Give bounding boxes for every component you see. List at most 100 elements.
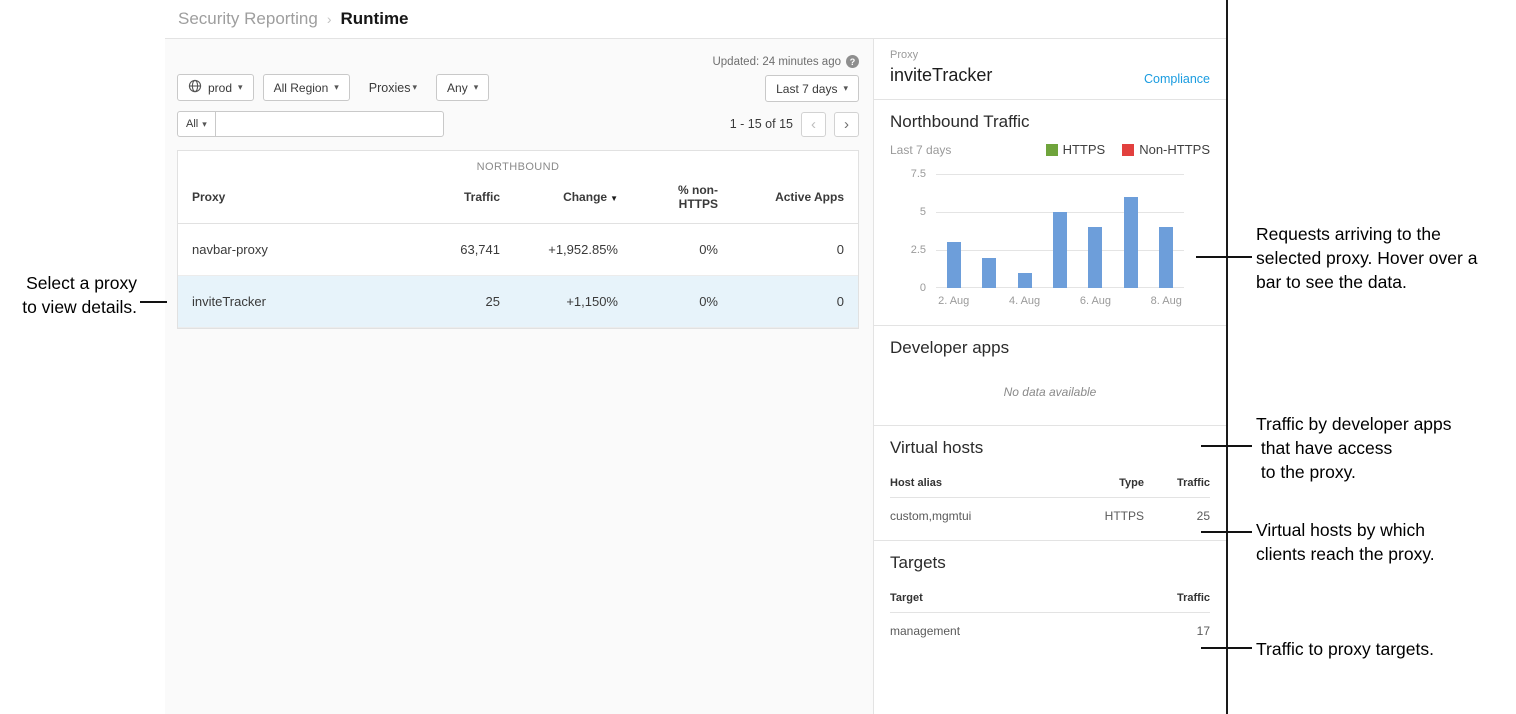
chevron-down-icon: ▾ xyxy=(202,119,207,130)
search-scope-dropdown[interactable]: All ▾ xyxy=(177,111,216,137)
proxy-detail-panel: Proxy inviteTracker Compliance Northboun… xyxy=(873,39,1226,714)
chevron-down-icon: ▾ xyxy=(474,82,479,93)
next-page-button[interactable]: › xyxy=(834,112,859,137)
column-header-proxy[interactable]: Proxy xyxy=(178,182,414,216)
detail-header: Proxy inviteTracker Compliance xyxy=(874,39,1226,100)
virtual-hosts-title: Virtual hosts xyxy=(890,438,1210,458)
targets-table: Target Traffic management 17 xyxy=(890,584,1210,641)
chart-subtitle: Last 7 days xyxy=(890,143,951,157)
targets-title: Targets xyxy=(890,553,1210,573)
table-row-invitetracker[interactable]: inviteTracker 25 +1,150% 0% 0 xyxy=(178,276,858,328)
chart-bar[interactable] xyxy=(1159,227,1173,288)
cell-proxy-name: navbar-proxy xyxy=(178,224,414,275)
legend-item-non-https: Non-HTTPS xyxy=(1122,142,1210,157)
region-dropdown[interactable]: All Region ▾ xyxy=(263,74,350,101)
cell-type: HTTPS xyxy=(1064,509,1144,523)
chart-x-axis: 2. Aug 4. Aug 6. Aug 8. Aug xyxy=(936,295,1184,311)
cell-traffic: 25 xyxy=(414,276,514,327)
annotation-developer-apps: Traffic by developer apps that have acce… xyxy=(1256,412,1516,484)
virtual-host-row[interactable]: custom,mgmtui HTTPS 25 xyxy=(890,498,1210,526)
region-dropdown-label: All Region xyxy=(274,81,329,95)
selected-proxy-name: inviteTracker xyxy=(890,65,992,86)
search-input[interactable] xyxy=(215,111,444,137)
chevron-down-icon: ▾ xyxy=(412,82,417,93)
breadcrumb-parent-link[interactable]: Security Reporting xyxy=(178,9,318,29)
chart-legend: HTTPS Non-HTTPS xyxy=(1029,142,1210,157)
proxies-dropdown-label: Proxies xyxy=(369,81,411,95)
cell-host-alias: custom,mgmtui xyxy=(890,509,1064,523)
y-tick-label: 2.5 xyxy=(911,244,926,256)
cell-traffic: 25 xyxy=(1144,509,1210,523)
legend-item-https: HTTPS xyxy=(1046,142,1106,157)
cell-non-https: 0% xyxy=(632,224,732,275)
breadcrumb: Security Reporting › Runtime xyxy=(165,0,1226,39)
column-header-change[interactable]: Change▼ xyxy=(514,182,632,216)
updated-status: Updated: 24 minutes ago ? xyxy=(712,55,859,68)
environment-dropdown-label: prod xyxy=(208,81,232,95)
column-header-active-apps[interactable]: Active Apps xyxy=(732,182,858,216)
chart-y-axis: 7.5 5 2.5 0 xyxy=(890,174,926,288)
updated-text: Updated: 24 minutes ago xyxy=(712,56,841,68)
any-dropdown[interactable]: Any ▾ xyxy=(436,74,489,101)
developer-apps-title: Developer apps xyxy=(890,338,1210,358)
prev-page-button[interactable]: ‹ xyxy=(801,112,826,137)
targets-header-row: Target Traffic xyxy=(890,584,1210,613)
annotation-chart: Requests arriving to the selected proxy.… xyxy=(1256,222,1516,294)
help-icon[interactable]: ? xyxy=(846,55,859,68)
chart-bar[interactable] xyxy=(947,242,961,288)
bar-chart-bars xyxy=(936,174,1184,288)
chart-bar[interactable] xyxy=(1124,197,1138,288)
date-range-dropdown[interactable]: Last 7 days ▾ xyxy=(765,75,859,102)
https-legend-label: HTTPS xyxy=(1063,142,1106,157)
column-header-traffic: Traffic xyxy=(1144,477,1210,489)
bar-chart-plot-area xyxy=(936,174,1184,288)
northbound-traffic-section: Northbound Traffic Last 7 days HTTPS Non… xyxy=(874,100,1226,326)
cell-proxy-name: inviteTracker xyxy=(178,276,414,327)
column-header-type: Type xyxy=(1064,477,1144,489)
date-range-label: Last 7 days xyxy=(776,82,837,96)
y-tick-label: 5 xyxy=(920,206,926,218)
annotation-leader-chart xyxy=(1196,256,1252,258)
cell-traffic: 63,741 xyxy=(414,224,514,275)
pagination: 1 - 15 of 15 ‹ › xyxy=(730,112,859,137)
column-header-traffic[interactable]: Traffic xyxy=(414,182,514,216)
cell-target: management xyxy=(890,624,1144,638)
cell-change: +1,150% xyxy=(514,276,632,327)
developer-apps-section: Developer apps No data available xyxy=(874,326,1226,426)
screen: Select a proxy to view details. Security… xyxy=(0,0,1516,714)
compliance-link[interactable]: Compliance xyxy=(1144,72,1210,86)
proxies-dropdown[interactable]: Proxies ▾ xyxy=(359,74,427,101)
column-header-non-https[interactable]: % non-HTTPS xyxy=(632,175,732,223)
virtual-hosts-table: Host alias Type Traffic custom,mgmtui HT… xyxy=(890,469,1210,526)
table-row-navbar-proxy[interactable]: navbar-proxy 63,741 +1,952.85% 0% 0 xyxy=(178,224,858,276)
search-scope-label: All xyxy=(186,118,198,130)
annotation-targets: Traffic to proxy targets. xyxy=(1256,637,1516,661)
virtual-hosts-section: Virtual hosts Host alias Type Traffic cu… xyxy=(874,426,1226,541)
x-tick-label: 8. Aug xyxy=(1151,295,1182,307)
x-tick-label: 4. Aug xyxy=(1009,295,1040,307)
content-area: prod ▾ All Region ▾ Proxies ▾ Any xyxy=(165,39,1226,714)
chevron-down-icon: ▾ xyxy=(843,83,848,94)
sort-desc-icon: ▼ xyxy=(610,194,618,203)
app-window: Security Reporting › Runtime xyxy=(165,0,1228,714)
x-tick-label: 2. Aug xyxy=(938,295,969,307)
proxy-list-panel: prod ▾ All Region ▾ Proxies ▾ Any xyxy=(165,39,873,714)
y-tick-label: 0 xyxy=(920,282,926,294)
chart-bar[interactable] xyxy=(1088,227,1102,288)
non-https-legend-label: Non-HTTPS xyxy=(1139,142,1210,157)
developer-apps-empty-text: No data available xyxy=(890,385,1210,399)
cell-change: +1,952.85% xyxy=(514,224,632,275)
table-group-header: NORTHBOUND xyxy=(178,151,858,175)
column-header-traffic: Traffic xyxy=(1144,592,1210,604)
chart-bar[interactable] xyxy=(1018,273,1032,288)
annotation-virtual-hosts: Virtual hosts by which clients reach the… xyxy=(1256,518,1516,566)
environment-dropdown[interactable]: prod ▾ xyxy=(177,74,254,101)
globe-icon xyxy=(188,79,202,96)
column-header-host-alias: Host alias xyxy=(890,477,1064,489)
cell-traffic: 17 xyxy=(1144,624,1210,638)
chart-bar[interactable] xyxy=(1053,212,1067,288)
northbound-traffic-chart: 7.5 5 2.5 0 2. Au xyxy=(890,174,1210,311)
chart-bar[interactable] xyxy=(982,258,996,288)
target-row[interactable]: management 17 xyxy=(890,613,1210,641)
column-header-change-label: Change xyxy=(563,190,607,204)
